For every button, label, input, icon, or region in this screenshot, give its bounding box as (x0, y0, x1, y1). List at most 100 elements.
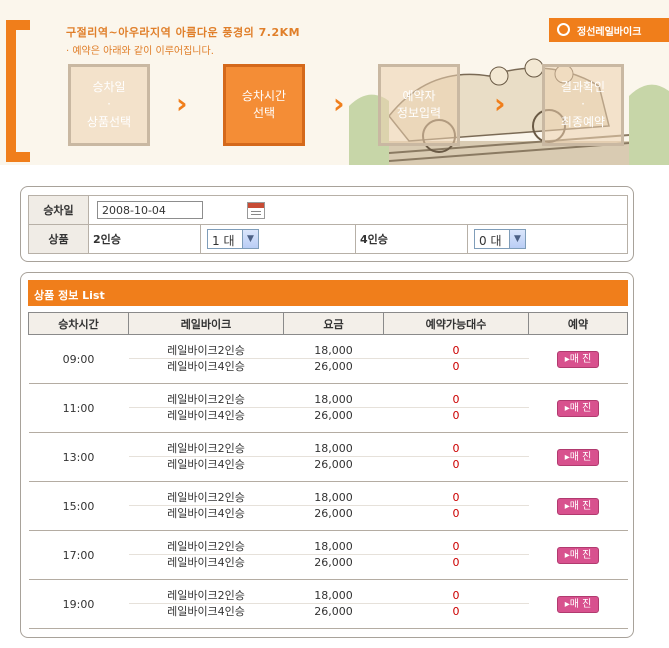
fare-2: 18,000 (283, 343, 384, 359)
table-row: 19:00 레일바이크2인승 레일바이크4인승 18,000 26,000 0 0 ▸매 진 (28, 579, 628, 629)
date-label: 승차일 (28, 195, 89, 225)
product-name-4: 레일바이크4인승 (167, 507, 245, 520)
col-header-reserve: 예약 (528, 312, 628, 335)
step-booker-info: 예약자 정보입력 (378, 64, 460, 146)
product-name-2: 레일바이크2인승 (128, 539, 284, 555)
product-cell: 레일바이크2인승 레일바이크4인승 (128, 383, 284, 433)
fare-cell: 18,000 26,000 (283, 383, 384, 433)
reservation-banner: 구절리역~아우라지역 아름다운 풍경의 7.2KM · 예약은 아래와 같이 이… (0, 0, 669, 165)
fare-cell: 18,000 26,000 (283, 432, 384, 482)
step-1-line3: 상품선택 (86, 114, 132, 129)
availability-cell: 00 (383, 432, 529, 482)
product-name-4: 레일바이크4인승 (167, 458, 245, 471)
brand-logo-icon (557, 23, 570, 36)
product-list-panel: 상품 정보 List 승차시간 레일바이크 요금 예약가능대수 예약 09:00… (20, 272, 634, 638)
departure-time: 15:00 (28, 481, 129, 531)
sold-out-button[interactable]: ▸매 진 (557, 399, 599, 417)
product-name-4: 레일바이크4인승 (167, 409, 245, 422)
search-table: 승차일 2008-10-04 상품 2인승 1 대 ▼ 4인승 0 대 ▼ (28, 195, 628, 254)
product-name-4: 레일바이크4인승 (167, 605, 245, 618)
step-1-line2: · (107, 97, 111, 112)
availability-cell: 00 (383, 481, 529, 531)
fare-2: 18,000 (283, 392, 384, 408)
fare-cell: 18,000 26,000 (283, 481, 384, 531)
col-header-product: 레일바이크 (128, 312, 284, 335)
product-name-2: 레일바이크2인승 (128, 441, 284, 457)
fare-2: 18,000 (283, 539, 384, 555)
chevron-down-icon[interactable]: ▼ (242, 230, 258, 248)
step-1-line1: 승차일 (92, 79, 126, 94)
sold-out-button[interactable]: ▸매 진 (557, 595, 599, 613)
fare-4: 26,000 (314, 507, 353, 520)
product-list-title: 상품 정보 List (28, 280, 628, 306)
fare-cell: 18,000 26,000 (283, 530, 384, 580)
search-form: 승차일 2008-10-04 상품 2인승 1 대 ▼ 4인승 0 대 ▼ (20, 186, 634, 262)
product-cell: 레일바이크2인승 레일바이크4인승 (128, 432, 284, 482)
departure-time: 11:00 (28, 383, 129, 433)
four-seat-select[interactable]: 0 대 ▼ (474, 229, 526, 249)
step-arrow-icon: › (176, 87, 188, 120)
availability-4: 0 (452, 409, 460, 422)
sold-out-button[interactable]: ▸매 진 (557, 497, 599, 515)
availability-cell: 00 (383, 530, 529, 580)
availability-cell: 00 (383, 579, 529, 629)
step-3-line2: 정보입력 (396, 106, 442, 120)
step-arrow-icon: › (494, 87, 506, 120)
table-row: 11:00 레일바이크2인승 레일바이크4인승 18,000 26,000 0 0 ▸매 진 (28, 383, 628, 433)
availability-2: 0 (383, 392, 529, 408)
product-cell: 레일바이크2인승 레일바이크4인승 (128, 579, 284, 629)
table-row: 09:00 레일바이크2인승 레일바이크4인승 18,000 26,000 0 0 ▸매 진 (28, 334, 628, 384)
calendar-icon[interactable] (246, 201, 265, 219)
availability-4: 0 (452, 360, 460, 373)
fare-cell: 18,000 26,000 (283, 579, 384, 629)
step-4-line3: 최종예약 (560, 114, 606, 129)
brand-logo: 정선레일바이크 (549, 18, 669, 42)
reserve-cell: ▸매 진 (528, 334, 628, 384)
table-row: 17:00 레일바이크2인승 레일바이크4인승 18,000 26,000 0 0 ▸매 진 (28, 530, 628, 580)
availability-cell: 00 (383, 383, 529, 433)
reserve-cell: ▸매 진 (528, 481, 628, 531)
step-time-select: 승차시간 선택 (223, 64, 305, 146)
product-table: 승차시간 레일바이크 요금 예약가능대수 예약 09:00 레일바이크2인승 레일바… (28, 312, 628, 629)
availability-4: 0 (452, 556, 460, 569)
reserve-cell: ▸매 진 (528, 383, 628, 433)
availability-2: 0 (383, 441, 529, 457)
sold-out-button[interactable]: ▸매 진 (557, 350, 599, 368)
step-arrow-icon: › (333, 87, 345, 120)
availability-4: 0 (452, 605, 460, 618)
availability-4: 0 (452, 458, 460, 471)
product-cell: 레일바이크2인승 레일바이크4인승 (128, 530, 284, 580)
step-4-line2: · (581, 97, 585, 112)
col-header-fare: 요금 (283, 312, 384, 335)
availability-2: 0 (383, 490, 529, 506)
product-name-2: 레일바이크2인승 (128, 343, 284, 359)
banner-bracket-decoration (6, 20, 30, 162)
step-3-line1: 예약자 (402, 88, 436, 103)
sold-out-button[interactable]: ▸매 진 (557, 448, 599, 466)
step-2-line2: 선택 (252, 106, 276, 120)
step-4-line1: 결과확인 (560, 79, 606, 94)
sold-out-button[interactable]: ▸매 진 (557, 546, 599, 564)
product-name-4: 레일바이크4인승 (167, 556, 245, 569)
banner-subtitle: · 예약은 아래와 같이 이루어집니다. (66, 46, 214, 57)
fare-4: 26,000 (314, 360, 353, 373)
product-name-2: 레일바이크2인승 (128, 392, 284, 408)
product-name-2: 레일바이크2인승 (128, 490, 284, 506)
two-seat-select[interactable]: 1 대 ▼ (207, 229, 259, 249)
fare-4: 26,000 (314, 409, 353, 422)
banner-title: 구절리역~아우라지역 아름다운 풍경의 7.2KM (66, 26, 301, 39)
product-label: 상품 (28, 224, 89, 254)
availability-2: 0 (383, 588, 529, 604)
date-input[interactable]: 2008-10-04 (97, 201, 203, 219)
fare-4: 26,000 (314, 458, 353, 471)
fare-cell: 18,000 26,000 (283, 334, 384, 384)
table-row: 13:00 레일바이크2인승 레일바이크4인승 18,000 26,000 0 0 ▸매 진 (28, 432, 628, 482)
product-cell: 레일바이크2인승 레일바이크4인승 (128, 334, 284, 384)
chevron-down-icon[interactable]: ▼ (509, 230, 525, 248)
four-seat-select-value: 0 대 (479, 234, 502, 248)
four-seat-label: 4인승 (355, 224, 468, 254)
fare-2: 18,000 (283, 441, 384, 457)
availability-2: 0 (383, 539, 529, 555)
fare-4: 26,000 (314, 556, 353, 569)
product-name-2: 레일바이크2인승 (128, 588, 284, 604)
